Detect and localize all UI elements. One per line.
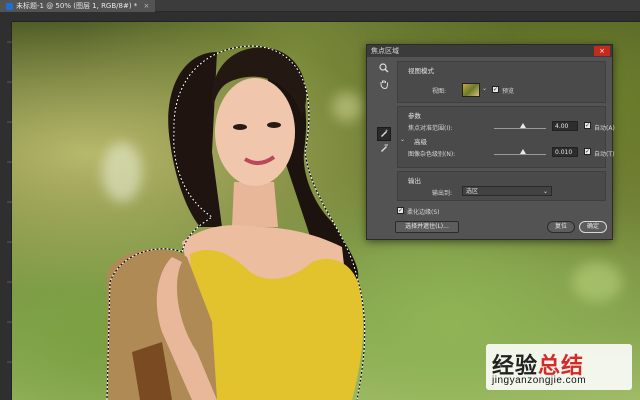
focus-range-input[interactable]: 4.00 [552,121,578,131]
document-tab-bar: 未标题-1 @ 50% (图层 1, RGB/8#) * × [0,0,640,12]
view-dropdown-caret-icon[interactable]: ⌄ [482,85,487,92]
dialog-title-bar[interactable]: 焦点区域 × [367,45,612,57]
zoom-tool-icon[interactable] [377,63,391,77]
hair [168,52,222,227]
view-mode-section: 视图模式 视图: ⌄ ✓ 预览 [397,61,606,103]
hand-tool-icon[interactable] [377,79,391,93]
focus-range-slider-track[interactable] [494,128,546,129]
view-thumbnail-dropdown[interactable] [462,83,480,97]
vertical-ruler[interactable] [0,22,12,400]
photoshop-window: 未标题-1 @ 50% (图层 1, RGB/8#) * × 焦点区域 × + … [0,0,640,400]
noise-level-input[interactable]: 0.010 [552,147,578,157]
advanced-disclosure-icon[interactable]: ⌄ [400,136,405,143]
neck [232,182,278,227]
dialog-close-button[interactable]: × [594,46,610,56]
view-mode-heading: 视图模式 [408,67,434,75]
left-eye [233,124,247,130]
noise-level-label: 图像杂色级别(N): [408,151,456,158]
horizontal-ruler[interactable] [12,12,640,27]
ok-button[interactable]: 确定 [579,221,607,233]
document-tab[interactable]: 未标题-1 @ 50% (图层 1, RGB/8#) * × [0,0,156,12]
ps-document-icon [6,2,13,10]
right-eye [267,122,281,128]
output-section: 输出 输出到: 选区 ⌄ [397,171,606,201]
advanced-heading: 高级 [414,138,427,146]
noise-level-slider-track[interactable] [494,154,546,155]
parameters-section: 参数 焦点对准范围(I): 4.00 ✓ 自动(A) ⌄ 高级 图像杂色级别(N… [397,106,615,168]
document-tab-title: 未标题-1 @ 50% (图层 1, RGB/8#) * [16,2,138,10]
preview-checkbox[interactable]: ✓ [492,86,499,93]
focus-area-subtract-tool-icon[interactable] [377,143,391,157]
soften-edge-checkbox[interactable]: ✓ [397,207,404,214]
noise-auto-checkbox[interactable]: ✓ [584,148,591,155]
dialog-tool-column: + [373,61,395,159]
output-to-select[interactable]: 选区 ⌄ [462,186,552,196]
focus-range-slider-knob[interactable] [520,123,526,128]
view-label: 视图: [432,88,447,95]
dialog-title: 焦点区域 [371,47,399,55]
output-to-label: 输出到: [432,190,453,197]
focus-auto-checkbox[interactable]: ✓ [584,122,591,129]
noise-auto-label: 自动(T) [594,151,615,158]
site-watermark: 经验总结 jingyanzongjie.com [486,344,632,390]
noise-level-slider-knob[interactable] [520,149,526,154]
chevron-down-icon: ⌄ [542,188,548,195]
focus-area-add-tool-icon[interactable]: + [377,127,391,141]
watermark-url: jingyanzongjie.com [492,375,587,386]
document-tab-close-icon[interactable]: × [144,2,150,10]
output-heading: 输出 [408,177,421,185]
output-to-value: 选区 [466,188,479,195]
select-and-mask-button[interactable]: 选择并遮住(L)... [395,221,459,233]
ruler-ticks-left [7,41,12,363]
parameters-heading: 参数 [408,112,421,120]
ruler-corner [0,12,12,22]
focus-auto-label: 自动(A) [594,125,615,132]
soften-edge-label: 柔化边缘(S) [407,209,440,216]
focus-area-dialog: 焦点区域 × + 视图模式 视图: ⌄ ✓ 预览 参数 焦点对准范围(I): 4… [366,44,615,240]
reset-button[interactable]: 复位 [547,221,575,233]
focus-range-label: 焦点对准范围(I): [408,125,453,132]
svg-text:+: + [385,128,388,133]
preview-label: 预览 [502,88,515,95]
face [215,78,295,186]
